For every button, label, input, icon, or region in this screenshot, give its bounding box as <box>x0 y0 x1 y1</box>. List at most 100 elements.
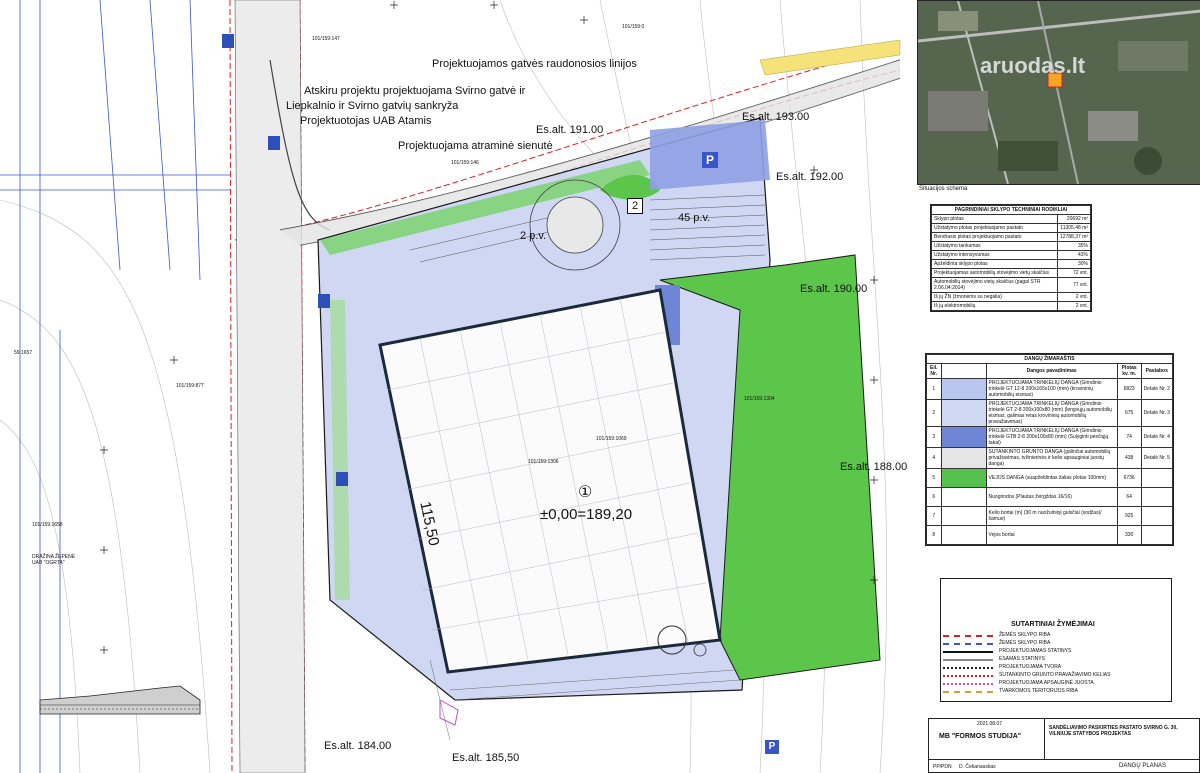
parking-sign: P <box>702 152 718 168</box>
param-value: 43% <box>1056 250 1092 260</box>
title-divider <box>929 759 1199 760</box>
legend-number: 7 <box>926 506 942 526</box>
legend-name: PROJEKTUOJAMA TRINKELIŲ DANGA (Grindinio… <box>985 426 1118 448</box>
param-value: 77 vnt. <box>1056 277 1092 293</box>
symbol-line <box>943 675 993 677</box>
title-company: MB "FORMOS STUDIJA" <box>939 733 1022 740</box>
technical-params-rows: Sklypo plotas 20692 m² Užstatymo plotas pr… <box>931 214 1092 311</box>
legend-header-note: Pastabos <box>1140 363 1174 379</box>
legend-area: 330 <box>1116 525 1142 545</box>
surfaces-legend-panel: DANGŲ ŽIMARAŠTIS Eil. Nr. Dangos pavadin… <box>925 353 1174 546</box>
legend-note: Detalė Nr. 5 <box>1140 447 1174 469</box>
symbols-legend-title: SUTARTINIAI ŽYMĖJIMAI <box>1011 621 1095 628</box>
symbol-label: ŽEMĖS SKLYPO RIBA <box>999 632 1051 638</box>
param-value: 20692 m² <box>1056 214 1092 224</box>
param-row: Bendrasis plotas projektuojamo pastato 12… <box>931 232 1092 242</box>
param-label: Iš jų ŽN (žmonėms su negalia) <box>931 292 1058 302</box>
legend-row: 7 Kelio bortai (m) (30 m nuožulnioji guls… <box>926 506 1174 526</box>
symbol-label: ŽEMĖS SKLYPO RIBA <box>999 640 1051 646</box>
legend-header-swatch <box>940 363 987 379</box>
param-row: Užstatymo tankumas 35% <box>931 241 1092 251</box>
situation-watermark: aruodas.lt <box>980 53 1086 78</box>
parcel-center-2: 101/159:1306 <box>528 459 559 465</box>
red-line-note: Projektuojamos gatvės raudonosios linijo… <box>432 58 637 70</box>
param-value: 2 vnt. <box>1056 301 1092 311</box>
title-block: MB "FORMOS STUDIJA" SANDĖLIAVIMO PASKIRT… <box>928 718 1200 773</box>
elevation-188: Es.alt. 188.00 <box>840 461 908 473</box>
parcel-road: 101/159:146 <box>451 160 479 166</box>
legend-swatch <box>940 468 987 488</box>
param-label: Užstatymo tankumas <box>931 241 1058 251</box>
legend-swatch <box>940 399 987 427</box>
param-row: Užstatymo intensyvumas 43% <box>931 250 1092 260</box>
technical-params-table: PAGRINDINIAI SKLYPO TECHNINIAI RODIKLIAI… <box>931 205 1092 311</box>
parcel-left-mid: 101/159:877 <box>176 383 204 389</box>
parking-count-45: 45 p.v. <box>678 212 711 224</box>
elevation-190: Es.alt. 190.00 <box>800 283 868 295</box>
param-row: Sklypo plotas 20692 m² <box>931 214 1092 224</box>
situation-caption: Situacijos schema <box>919 186 968 192</box>
legend-number: 4 <box>926 447 942 469</box>
legend-area: 6823 <box>1116 378 1142 400</box>
parking-sign-bottom: P <box>765 740 779 754</box>
legend-name: Nuogrindos (Plautas žvirgždas 16/16) <box>985 487 1118 507</box>
parcel-top-2: 101/159:0 <box>622 24 645 30</box>
legend-header-name: Dangos pavadinimas <box>985 363 1118 379</box>
title-stage: PP/PDN <box>933 764 952 770</box>
intersection-note-2: Liepkalnio ir Svirno gatvių sankryža <box>286 100 459 112</box>
legend-note: Detalė Nr. 3 <box>1140 399 1174 427</box>
legend-area: 64 <box>1116 487 1142 507</box>
parking-count-2: 2 p.v. <box>520 230 547 242</box>
symbol-line <box>943 651 993 653</box>
legend-name: VEJOS DANGA (suapželdintas žalias plotas… <box>985 468 1118 488</box>
legend-note: Detalė Nr. 4 <box>1140 426 1174 448</box>
param-label: Projektuojamas automobilių stovėjimo vie… <box>931 268 1058 278</box>
intersection-note-3: Projektuotojas UAB Atamis <box>300 115 432 127</box>
title-sheet: DANGŲ PLANAS <box>1119 763 1167 769</box>
retaining-wall-note: Projektuojama atraminė sienutė <box>398 140 553 152</box>
parcel-center: 101/159:1069 <box>596 436 627 442</box>
param-value: 2 vnt. <box>1056 292 1092 302</box>
legend-row: 6 Nuogrindos (Plautas žvirgždas 16/16) 64 <box>926 487 1174 507</box>
param-row: Projektuojamas automobilių stovėjimo vie… <box>931 268 1092 278</box>
symbol-label: TVARKOMOS TERITORIJOS RIBA <box>999 688 1078 694</box>
aerial-photo <box>918 1 1200 184</box>
legend-row: 3 PROJEKTUOJAMA TRINKELIŲ DANGA (Grindini… <box>926 426 1174 448</box>
technical-params-title: PAGRINDINIAI SKLYPO TECHNINIAI RODIKLIAI <box>931 205 1091 215</box>
legend-number: 1 <box>926 378 942 400</box>
legend-name: SUTANKINTO GRUNTO DANGA (galinčiai autom… <box>985 447 1118 469</box>
title-designer: D. Čekanauskas <box>959 764 996 770</box>
title-divider-v <box>1044 719 1045 759</box>
legend-swatch <box>940 487 987 507</box>
legend-number: 5 <box>926 468 942 488</box>
symbol-label: SUTANKINTO GRUNTO PRAVAŽIAVIMO KELIAS <box>999 672 1111 678</box>
param-label: Sklypo plotas <box>931 214 1058 224</box>
symbol-item: ESAMAS STATINYS <box>943 655 1169 663</box>
param-row: Automobilių stovėjimo vietų skaičius (pa… <box>931 277 1092 293</box>
symbol-line <box>943 667 993 669</box>
legend-swatch <box>940 447 987 469</box>
param-row: Iš jų elektromobilių 2 vnt. <box>931 301 1092 311</box>
symbol-item: SUTANKINTO GRUNTO PRAVAŽIAVIMO KELIAS <box>943 671 1169 679</box>
legend-name: Vejos bortai <box>985 525 1118 545</box>
legend-header-area: Plotas kv. m. <box>1116 363 1142 379</box>
param-label: Užstatymo plotas projektuojamo pastato <box>931 223 1058 233</box>
legend-row: 8 Vejos bortai 330 <box>926 525 1174 545</box>
legend-area: 74 <box>1116 426 1142 448</box>
technical-params-panel: PAGRINDINIAI SKLYPO TECHNINIAI RODIKLIAI… <box>930 204 1092 312</box>
intersection-note-1: Atskiru projektu projektuojama Svirno ga… <box>304 85 526 97</box>
legend-swatch <box>940 506 987 526</box>
legend-swatch <box>940 426 987 448</box>
symbol-item: ŽEMĖS SKLYPO RIBA <box>943 631 1169 639</box>
legend-swatch <box>940 525 987 545</box>
legend-note: Detalė Nr. 2 <box>1140 378 1174 400</box>
param-label: Automobilių stovėjimo vietų skaičius (pa… <box>931 277 1058 293</box>
symbol-label: PROJEKTUOJAMA APSAUGINĖ JUOSTA <box>999 680 1094 686</box>
symbol-item: ŽEMĖS SKLYPO RIBA <box>943 639 1169 647</box>
surfaces-legend-rows: 1 PROJEKTUOJAMA TRINKELIŲ DANGA (Grindini… <box>926 378 1174 545</box>
elevation-193: Es.alt. 193.00 <box>742 111 810 123</box>
legend-note <box>1140 468 1174 488</box>
legend-area: 925 <box>1116 506 1142 526</box>
elevation-191: Es.alt. 191.00 <box>536 124 604 136</box>
param-label: Užstatymo intensyvumas <box>931 250 1058 260</box>
